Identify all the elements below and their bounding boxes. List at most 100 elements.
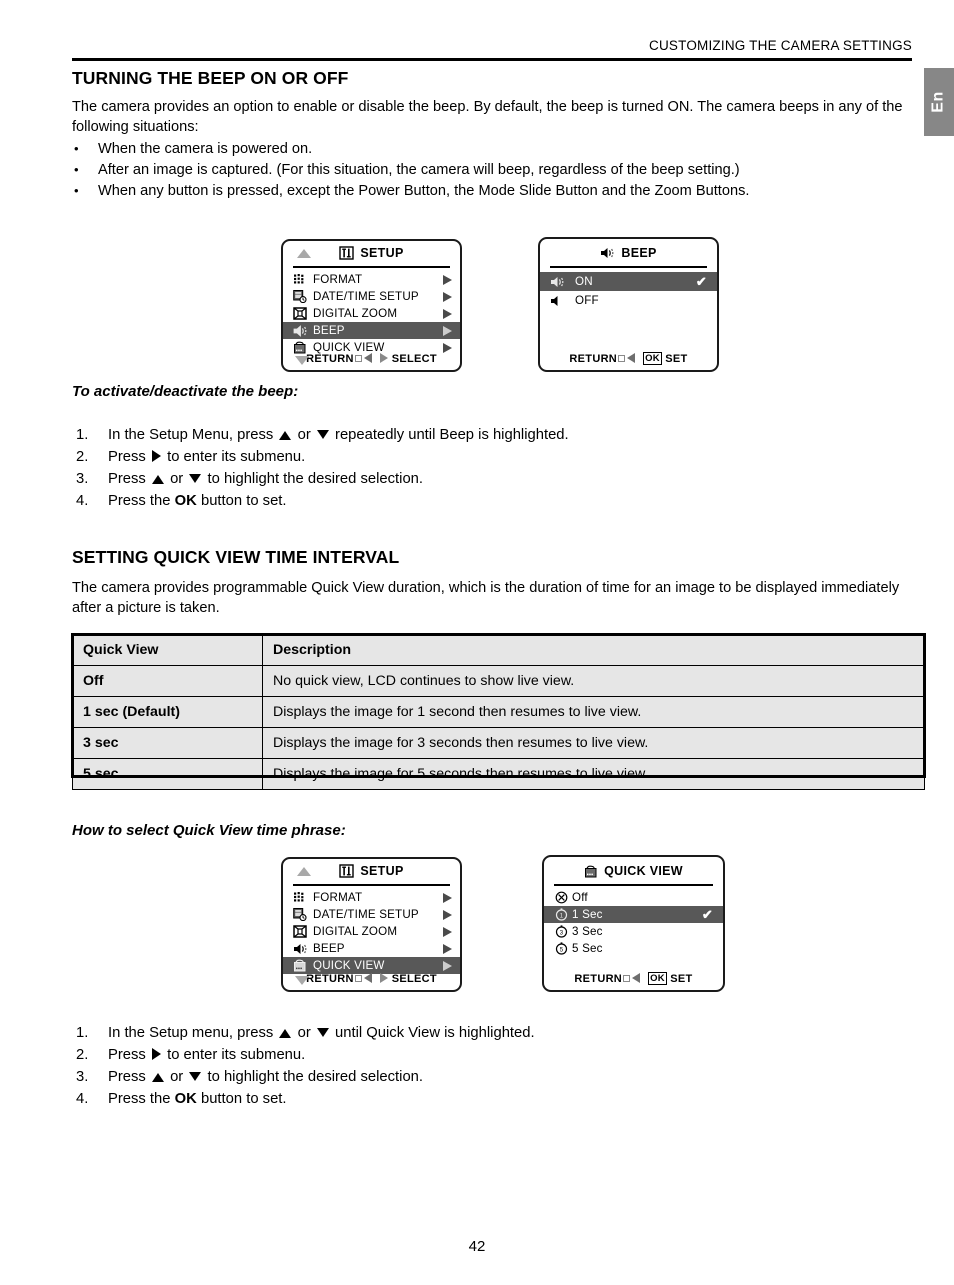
up-arrow-icon: [279, 1029, 292, 1038]
chevron-right-icon: [443, 926, 452, 937]
down-arrow-icon: [189, 1072, 202, 1081]
table-cell-option: Off: [72, 665, 263, 697]
left-arrow-icon: [627, 352, 636, 363]
setup-icon: [339, 864, 355, 878]
left-arrow-icon: [363, 353, 372, 363]
scroll-down-arrow-icon: [295, 356, 309, 365]
menu-item-date-time-setup[interactable]: DATE/TIME SETUP: [283, 288, 460, 305]
menu-item-label: 5 Sec: [572, 942, 603, 955]
format-icon: [291, 273, 309, 286]
beep-icon: [291, 324, 309, 337]
table-cell-option: 3 sec: [72, 727, 263, 759]
footer-select-label: SELECT: [379, 973, 437, 985]
chevron-right-icon: [443, 308, 452, 319]
subheading-select-quick-view: How to select Quick View time phrase:: [72, 822, 346, 839]
list-item: 4. Press the OK button to set.: [76, 493, 287, 509]
list-item: When the camera is powered on.: [72, 138, 912, 160]
list-item: 3. Press or to highlight the desired sele…: [76, 1069, 424, 1085]
footer-set-label: OK SET: [643, 352, 688, 365]
chevron-right-icon: [443, 325, 452, 336]
list-item: 4. Press the OK button to set.: [76, 1091, 287, 1107]
lcd-title-label: SETUP: [360, 864, 404, 878]
menu-item-beep[interactable]: BEEP: [283, 322, 460, 339]
beep-icon: [291, 943, 309, 955]
svg-text:1: 1: [559, 913, 563, 919]
menu-item-qv-off[interactable]: Off: [544, 889, 723, 906]
lcd-title-bar: BEEP: [540, 241, 717, 265]
chevron-right-icon: [443, 342, 452, 353]
chevron-right-icon: [443, 943, 452, 954]
menu-item-label: FORMAT: [313, 891, 363, 904]
menu-item-label: DIGITAL ZOOM: [313, 307, 398, 320]
footer-return-label: RETURN: [306, 973, 372, 985]
menu-item-label: BEEP: [313, 942, 345, 955]
section-heading-quick-view: SETTING QUICK VIEW TIME INTERVAL: [72, 547, 400, 567]
clock-5-icon: 5: [552, 942, 570, 955]
button-square-icon: [623, 974, 631, 982]
language-tab-label: En: [929, 91, 947, 113]
menu-item-format[interactable]: FORMAT: [283, 271, 460, 288]
menu-item-label: DATE/TIME SETUP: [313, 290, 419, 303]
language-tab: En: [924, 68, 954, 136]
svg-text:3: 3: [559, 930, 563, 936]
menu-item-digital-zoom[interactable]: DIGITAL ZOOM: [283, 305, 460, 322]
table-row: 3 sec Displays the image for 3 seconds t…: [72, 727, 925, 759]
lcd-title-bar: SETUP: [283, 241, 460, 265]
button-square-icon: [354, 975, 362, 982]
ok-button-icon: OK: [643, 352, 662, 365]
down-arrow-icon: [316, 1028, 329, 1037]
menu-item-beep[interactable]: BEEP: [283, 940, 460, 957]
scroll-up-arrow-icon: [297, 249, 311, 258]
table-cell-description: No quick view, LCD continues to show liv…: [262, 665, 925, 697]
menu-item-label: DIGITAL ZOOM: [313, 925, 398, 938]
left-arrow-icon: [632, 972, 641, 983]
menu-item-quick-view[interactable]: QUICK VIEW: [283, 957, 460, 974]
menu-item-qv-5sec[interactable]: 5 5 Sec: [544, 940, 723, 957]
menu-item-label: FORMAT: [313, 273, 363, 286]
lcd-title-label: QUICK VIEW: [604, 864, 683, 878]
list-item: 2. Press to enter its submenu.: [76, 449, 306, 465]
menu-item-label: QUICK VIEW: [313, 959, 385, 972]
chevron-right-icon: [443, 909, 452, 920]
lcd-title-bar: QUICK VIEW: [544, 859, 723, 883]
datetime-icon: [291, 908, 309, 921]
menu-item-qv-1sec[interactable]: 1 1 Sec ✔: [544, 906, 723, 923]
format-icon: [291, 891, 309, 904]
list-item: When any button is pressed, except the P…: [72, 180, 912, 202]
menu-item-beep-on[interactable]: ON ✔: [540, 272, 717, 291]
lcd-beep-menu: BEEP ON ✔ OFF RETURN OK SET: [538, 237, 719, 372]
list-item: After an image is captured. (For this si…: [72, 159, 912, 181]
menu-item-beep-off[interactable]: OFF: [540, 291, 717, 310]
footer-return-label: RETURN: [574, 972, 641, 985]
lcd-footer: RETURN OK SET: [540, 352, 717, 365]
up-arrow-icon: [151, 1073, 164, 1082]
running-head: CUSTOMIZING THE CAMERA SETTINGS: [649, 38, 912, 53]
down-arrow-icon: [189, 474, 202, 483]
lcd-footer: RETURN SELECT: [283, 973, 460, 985]
footer-return-label: RETURN: [569, 352, 636, 365]
quick-view-icon: [291, 959, 309, 972]
table-header-row: Quick View Description: [72, 634, 925, 666]
right-arrow-icon: [151, 450, 161, 462]
document-page: CUSTOMIZING THE CAMERA SETTINGS En TURNI…: [0, 0, 954, 1285]
menu-item-label: BEEP: [313, 324, 345, 337]
ok-button-icon: OK: [648, 972, 667, 985]
footer-return-label: RETURN: [306, 353, 372, 365]
clock-1-icon: 1: [552, 908, 570, 921]
lcd-quick-view-menu: QUICK VIEW Off 1 1 Sec ✔ 3 3 Sec 5 5 Sec…: [542, 855, 725, 992]
lcd-footer: RETURN OK SET: [544, 972, 723, 985]
divider: [554, 884, 713, 886]
menu-item-label: ON: [575, 275, 593, 288]
menu-item-qv-3sec[interactable]: 3 3 Sec: [544, 923, 723, 940]
lcd-title-label: BEEP: [621, 246, 657, 260]
menu-item-format[interactable]: FORMAT: [283, 889, 460, 906]
subheading-activate-beep: To activate/deactivate the beep:: [72, 383, 299, 400]
menu-item-label: 3 Sec: [572, 925, 603, 938]
menu-item-date-time-setup[interactable]: DATE/TIME SETUP: [283, 906, 460, 923]
lcd-footer: RETURN SELECT: [283, 353, 460, 365]
menu-item-digital-zoom[interactable]: DIGITAL ZOOM: [283, 923, 460, 940]
list-item: 1. In the Setup Menu, press or repeatedly…: [76, 427, 569, 443]
right-arrow-icon: [151, 1048, 161, 1060]
chevron-right-icon: [443, 960, 452, 971]
checkmark-icon: ✔: [695, 273, 707, 289]
